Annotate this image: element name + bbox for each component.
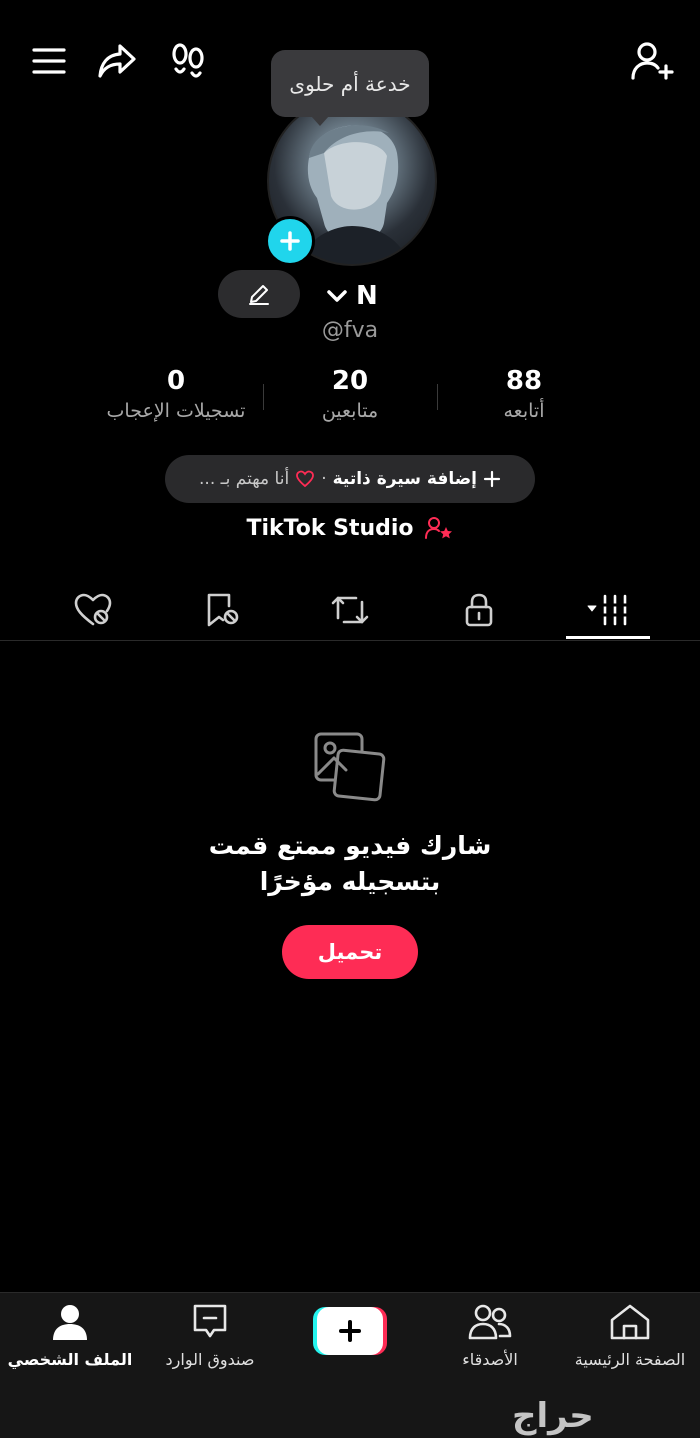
profile-handle: @fva — [321, 318, 379, 343]
tooltip-text: خدعة أم حلوى — [289, 71, 411, 96]
nav-inbox-label: صندوق الوارد — [165, 1350, 255, 1369]
interest-label: أنا مهتم بـ ... — [199, 469, 290, 489]
plus-icon — [339, 1320, 361, 1342]
empty-state-message: شارك فيديو ممتع قمت بتسجيله مؤخرًا — [0, 828, 700, 900]
footprints-icon[interactable] — [166, 38, 210, 84]
likes-label: تسجيلات الإعجاب — [106, 400, 246, 422]
add-bio-label: إضافة سيرة ذاتية — [332, 469, 477, 489]
photo-gallery-icon — [312, 730, 388, 804]
chevron-down-icon — [327, 290, 347, 302]
edit-profile-button[interactable] — [218, 270, 300, 318]
nav-home-label: الصفحة الرئيسية — [574, 1350, 686, 1369]
private-icon — [465, 593, 493, 627]
stat-following[interactable]: 88 أتابعه — [424, 366, 624, 422]
likes-count: 0 — [166, 366, 186, 396]
home-icon — [610, 1304, 650, 1340]
nav-profile[interactable]: الملف الشخصي — [0, 1302, 140, 1369]
status-tooltip[interactable]: خدعة أم حلوى — [271, 50, 429, 126]
create-button[interactable] — [313, 1307, 387, 1355]
tab-private[interactable] — [434, 580, 524, 640]
liked-videos-icon — [74, 593, 112, 626]
nav-profile-label: الملف الشخصي — [7, 1350, 133, 1369]
upload-button[interactable]: تحميل — [282, 925, 418, 979]
friends-icon — [468, 1304, 512, 1340]
bio-separator: · — [321, 469, 327, 489]
active-tab-indicator — [566, 636, 650, 639]
followers-label: متابعين — [321, 400, 379, 422]
tab-favorites[interactable] — [178, 580, 268, 640]
add-friend-icon[interactable] — [628, 38, 676, 84]
pencil-icon — [249, 285, 269, 305]
tiktok-studio-link[interactable]: TikTok Studio — [0, 515, 700, 541]
nav-friends[interactable]: الأصدقاء — [420, 1302, 560, 1369]
studio-label: TikTok Studio — [246, 515, 414, 541]
stat-followers[interactable]: 20 متابعين — [250, 366, 450, 422]
profile-tabs — [0, 580, 700, 641]
plus-icon — [483, 470, 501, 488]
inbox-icon — [193, 1304, 227, 1338]
tab-videos[interactable] — [563, 580, 653, 640]
profile-name: N — [356, 281, 378, 311]
tab-liked[interactable] — [48, 580, 138, 640]
share-icon[interactable] — [94, 38, 140, 84]
reposts-icon — [331, 596, 369, 624]
empty-line-1: شارك فيديو ممتع قمت — [208, 831, 492, 860]
empty-line-2: بتسجيله مؤخرًا — [259, 867, 441, 896]
nav-inbox[interactable]: صندوق الوارد — [140, 1302, 280, 1369]
following-count: 88 — [505, 366, 543, 396]
nav-home[interactable]: الصفحة الرئيسية — [560, 1302, 700, 1369]
favorites-icon — [207, 593, 239, 627]
creator-star-icon — [424, 517, 452, 539]
add-photo-button[interactable] — [265, 216, 315, 266]
followers-count: 20 — [331, 366, 369, 396]
menu-icon[interactable] — [28, 40, 70, 82]
stat-likes[interactable]: 0 تسجيلات الإعجاب — [76, 366, 276, 422]
add-bio-button[interactable]: إضافة سيرة ذاتية · أنا مهتم بـ ... — [165, 455, 535, 503]
plus-icon — [280, 231, 300, 251]
nav-friends-label: الأصدقاء — [462, 1350, 518, 1369]
following-label: أتابعه — [503, 400, 545, 422]
watermark: حراج — [512, 1396, 594, 1436]
account-switcher[interactable]: N — [326, 278, 378, 314]
profile-icon — [53, 1305, 87, 1340]
videos-grid-icon — [587, 594, 631, 626]
tab-reposts[interactable] — [305, 580, 395, 640]
heart-icon — [296, 470, 315, 488]
